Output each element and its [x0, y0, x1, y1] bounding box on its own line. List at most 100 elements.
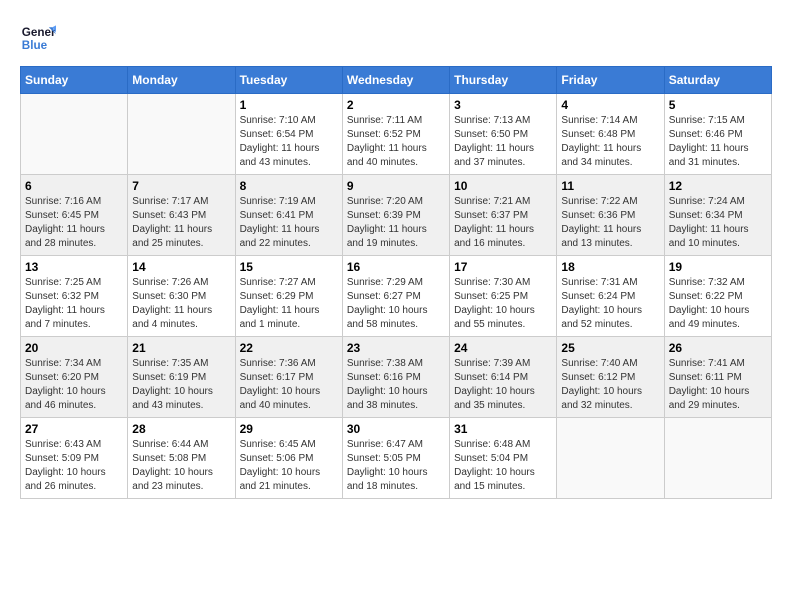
day-number: 24 [454, 341, 552, 355]
day-info: Sunrise: 7:34 AMSunset: 6:20 PMDaylight:… [25, 357, 123, 413]
calendar-week-row: 20 Sunrise: 7:34 AMSunset: 6:20 PMDayligh… [21, 337, 772, 418]
calendar-day-cell: 20 Sunrise: 7:34 AMSunset: 6:20 PMDayligh… [21, 337, 128, 418]
calendar-day-cell: 21 Sunrise: 7:35 AMSunset: 6:19 PMDayligh… [128, 337, 235, 418]
day-number: 23 [347, 341, 445, 355]
day-info: Sunrise: 7:40 AMSunset: 6:12 PMDaylight:… [561, 357, 659, 413]
page-header: General Blue [20, 20, 772, 56]
calendar-week-row: 1 Sunrise: 7:10 AMSunset: 6:54 PMDaylight… [21, 94, 772, 175]
calendar-day-cell: 22 Sunrise: 7:36 AMSunset: 6:17 PMDayligh… [235, 337, 342, 418]
calendar-day-cell: 18 Sunrise: 7:31 AMSunset: 6:24 PMDayligh… [557, 256, 664, 337]
day-number: 21 [132, 341, 230, 355]
calendar-day-cell: 10 Sunrise: 7:21 AMSunset: 6:37 PMDayligh… [450, 175, 557, 256]
calendar-day-cell: 4 Sunrise: 7:14 AMSunset: 6:48 PMDaylight… [557, 94, 664, 175]
day-info: Sunrise: 7:31 AMSunset: 6:24 PMDaylight:… [561, 276, 659, 332]
day-info: Sunrise: 7:24 AMSunset: 6:34 PMDaylight:… [669, 195, 767, 251]
calendar-day-cell [557, 418, 664, 499]
calendar-day-cell [21, 94, 128, 175]
day-number: 30 [347, 422, 445, 436]
day-info: Sunrise: 7:21 AMSunset: 6:37 PMDaylight:… [454, 195, 552, 251]
day-number: 9 [347, 179, 445, 193]
day-number: 22 [240, 341, 338, 355]
day-info: Sunrise: 7:41 AMSunset: 6:11 PMDaylight:… [669, 357, 767, 413]
calendar-day-cell: 25 Sunrise: 7:40 AMSunset: 6:12 PMDayligh… [557, 337, 664, 418]
calendar-day-cell: 29 Sunrise: 6:45 AMSunset: 5:06 PMDayligh… [235, 418, 342, 499]
calendar-day-cell: 27Sunrise: 6:43 AMSunset: 5:09 PMDayligh… [21, 418, 128, 499]
day-info: Sunrise: 7:10 AMSunset: 6:54 PMDaylight:… [240, 114, 338, 170]
day-number: 4 [561, 98, 659, 112]
day-of-week-header: Sunday [21, 67, 128, 94]
day-number: 15 [240, 260, 338, 274]
day-number: 17 [454, 260, 552, 274]
day-number: 27 [25, 422, 123, 436]
day-number: 7 [132, 179, 230, 193]
calendar-day-cell: 16 Sunrise: 7:29 AMSunset: 6:27 PMDayligh… [342, 256, 449, 337]
day-number: 12 [669, 179, 767, 193]
day-number: 31 [454, 422, 552, 436]
day-info: Sunrise: 7:14 AMSunset: 6:48 PMDaylight:… [561, 114, 659, 170]
day-info: Sunrise: 7:17 AMSunset: 6:43 PMDaylight:… [132, 195, 230, 251]
calendar-day-cell [128, 94, 235, 175]
day-info: Sunrise: 7:16 AMSunset: 6:45 PMDaylight:… [25, 195, 123, 251]
day-number: 26 [669, 341, 767, 355]
day-info: Sunrise: 7:26 AMSunset: 6:30 PMDaylight:… [132, 276, 230, 332]
calendar-day-cell: 30 Sunrise: 6:47 AMSunset: 5:05 PMDayligh… [342, 418, 449, 499]
calendar-day-cell: 19Sunrise: 7:32 AMSunset: 6:22 PMDayligh… [664, 256, 771, 337]
day-of-week-header: Tuesday [235, 67, 342, 94]
day-info: Sunrise: 6:45 AMSunset: 5:06 PMDaylight:… [240, 438, 338, 494]
calendar-week-row: 6 Sunrise: 7:16 AMSunset: 6:45 PMDaylight… [21, 175, 772, 256]
calendar-day-cell: 23Sunrise: 7:38 AMSunset: 6:16 PMDayligh… [342, 337, 449, 418]
day-of-week-header: Friday [557, 67, 664, 94]
day-number: 1 [240, 98, 338, 112]
calendar-day-cell: 3Sunrise: 7:13 AMSunset: 6:50 PMDaylight… [450, 94, 557, 175]
calendar-day-cell: 15 Sunrise: 7:27 AMSunset: 6:29 PMDayligh… [235, 256, 342, 337]
day-number: 3 [454, 98, 552, 112]
calendar-week-row: 13Sunrise: 7:25 AMSunset: 6:32 PMDayligh… [21, 256, 772, 337]
day-number: 29 [240, 422, 338, 436]
day-info: Sunrise: 7:27 AMSunset: 6:29 PMDaylight:… [240, 276, 338, 332]
logo-icon: General Blue [20, 20, 56, 56]
calendar-day-cell: 24 Sunrise: 7:39 AMSunset: 6:14 PMDayligh… [450, 337, 557, 418]
calendar-week-row: 27Sunrise: 6:43 AMSunset: 5:09 PMDayligh… [21, 418, 772, 499]
day-number: 10 [454, 179, 552, 193]
day-info: Sunrise: 7:15 AMSunset: 6:46 PMDaylight:… [669, 114, 767, 170]
day-number: 18 [561, 260, 659, 274]
day-info: Sunrise: 7:39 AMSunset: 6:14 PMDaylight:… [454, 357, 552, 413]
day-info: Sunrise: 6:48 AMSunset: 5:04 PMDaylight:… [454, 438, 552, 494]
day-number: 5 [669, 98, 767, 112]
day-info: Sunrise: 7:35 AMSunset: 6:19 PMDaylight:… [132, 357, 230, 413]
calendar-day-cell: 7 Sunrise: 7:17 AMSunset: 6:43 PMDaylight… [128, 175, 235, 256]
calendar-day-cell: 11 Sunrise: 7:22 AMSunset: 6:36 PMDayligh… [557, 175, 664, 256]
day-info: Sunrise: 7:36 AMSunset: 6:17 PMDaylight:… [240, 357, 338, 413]
day-number: 28 [132, 422, 230, 436]
day-info: Sunrise: 7:11 AMSunset: 6:52 PMDaylight:… [347, 114, 445, 170]
day-number: 16 [347, 260, 445, 274]
day-number: 6 [25, 179, 123, 193]
svg-text:Blue: Blue [22, 39, 48, 52]
calendar-day-cell: 14 Sunrise: 7:26 AMSunset: 6:30 PMDayligh… [128, 256, 235, 337]
day-info: Sunrise: 7:25 AMSunset: 6:32 PMDaylight:… [25, 276, 123, 332]
day-info: Sunrise: 7:19 AMSunset: 6:41 PMDaylight:… [240, 195, 338, 251]
day-number: 20 [25, 341, 123, 355]
day-info: Sunrise: 7:20 AMSunset: 6:39 PMDaylight:… [347, 195, 445, 251]
day-number: 14 [132, 260, 230, 274]
calendar-day-cell: 26 Sunrise: 7:41 AMSunset: 6:11 PMDayligh… [664, 337, 771, 418]
day-info: Sunrise: 6:47 AMSunset: 5:05 PMDaylight:… [347, 438, 445, 494]
day-number: 25 [561, 341, 659, 355]
day-number: 11 [561, 179, 659, 193]
day-info: Sunrise: 7:29 AMSunset: 6:27 PMDaylight:… [347, 276, 445, 332]
day-of-week-header: Saturday [664, 67, 771, 94]
day-of-week-header: Wednesday [342, 67, 449, 94]
calendar-day-cell: 6 Sunrise: 7:16 AMSunset: 6:45 PMDaylight… [21, 175, 128, 256]
calendar-day-cell: 1 Sunrise: 7:10 AMSunset: 6:54 PMDaylight… [235, 94, 342, 175]
calendar-day-cell: 13Sunrise: 7:25 AMSunset: 6:32 PMDayligh… [21, 256, 128, 337]
calendar-day-cell: 9 Sunrise: 7:20 AMSunset: 6:39 PMDaylight… [342, 175, 449, 256]
calendar-day-cell: 17Sunrise: 7:30 AMSunset: 6:25 PMDayligh… [450, 256, 557, 337]
day-info: Sunrise: 7:32 AMSunset: 6:22 PMDaylight:… [669, 276, 767, 332]
calendar-day-cell: 2Sunrise: 7:11 AMSunset: 6:52 PMDaylight… [342, 94, 449, 175]
day-of-week-header: Thursday [450, 67, 557, 94]
calendar-table: SundayMondayTuesdayWednesdayThursdayFrid… [20, 66, 772, 499]
calendar-day-cell: 8Sunrise: 7:19 AMSunset: 6:41 PMDaylight… [235, 175, 342, 256]
day-info: Sunrise: 7:22 AMSunset: 6:36 PMDaylight:… [561, 195, 659, 251]
calendar-day-cell: 12 Sunrise: 7:24 AMSunset: 6:34 PMDayligh… [664, 175, 771, 256]
calendar-header-row: SundayMondayTuesdayWednesdayThursdayFrid… [21, 67, 772, 94]
